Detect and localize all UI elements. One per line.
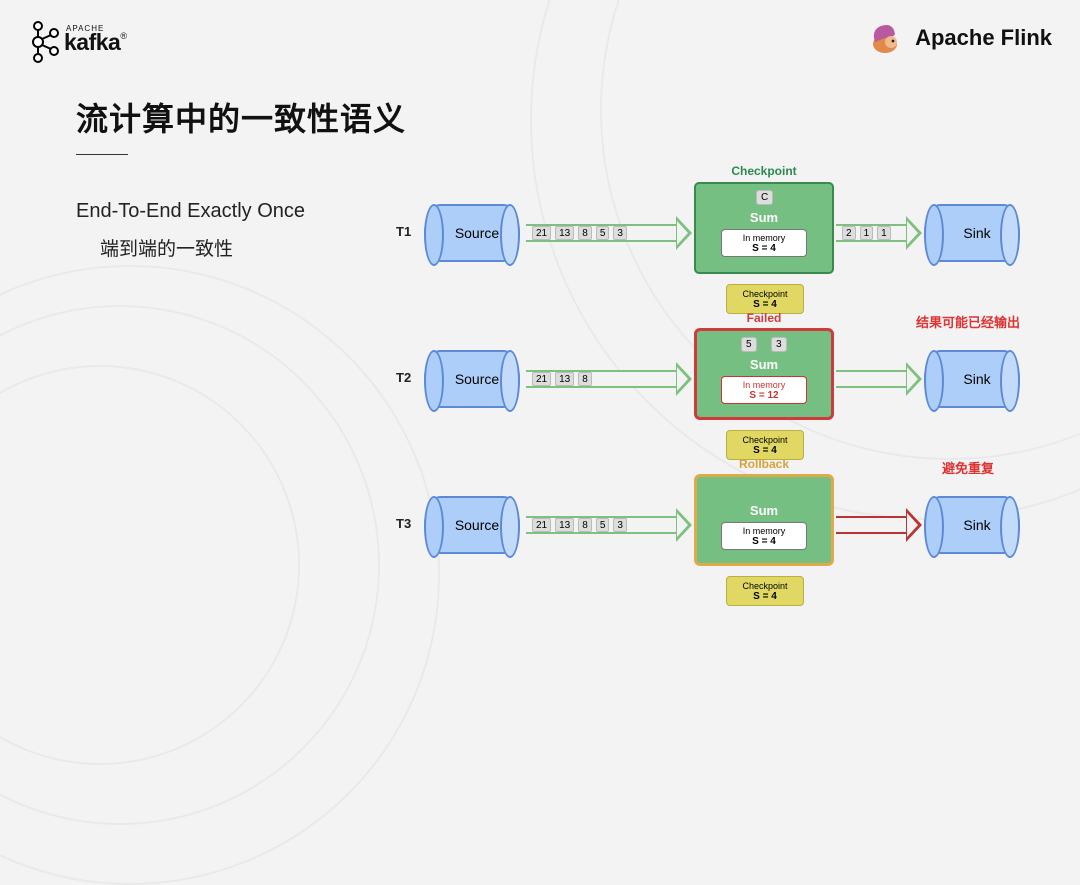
t2-chip-1: 5 bbox=[741, 337, 757, 352]
t3-header: Rollback bbox=[697, 457, 831, 471]
t2-mem: In memory S = 12 bbox=[721, 376, 807, 404]
t1-mem: In memory S = 4 bbox=[721, 229, 807, 257]
t2-header: Failed bbox=[697, 311, 831, 325]
subtitle-cn: 端到端的一致性 bbox=[100, 234, 233, 261]
t3-mem: In memory S = 4 bbox=[721, 522, 807, 550]
flink-logo: Apache Flink bbox=[869, 20, 1052, 56]
t2-arrow-out bbox=[836, 362, 922, 396]
t1-chip: C bbox=[756, 190, 773, 205]
t1-sum-label: Sum bbox=[696, 210, 832, 225]
t1-checkpoint: Checkpoint S = 4 bbox=[726, 284, 804, 314]
row-t3: T3 Source 21 13 8 5 3 Rollback Sum In me… bbox=[396, 460, 1056, 606]
t1-arrow-out: 2 1 1 bbox=[836, 216, 922, 250]
kafka-logo: APACHE kafka ® bbox=[28, 20, 127, 64]
t3-sink: Sink bbox=[924, 496, 1020, 554]
t1-label: T1 bbox=[396, 224, 411, 239]
page-title: 流计算中的一致性语义 bbox=[76, 94, 406, 140]
t3-arrow-in: 21 13 8 5 3 bbox=[526, 508, 692, 542]
diagram: T1 Source 21 13 8 5 3 Checkpoint C Sum I… bbox=[396, 168, 1056, 606]
subtitle-en: End-To-End Exactly Once bbox=[76, 200, 305, 223]
t3-source: Source bbox=[424, 496, 520, 554]
flink-text: Apache Flink bbox=[915, 25, 1052, 51]
t3-label: T3 bbox=[396, 516, 411, 531]
kafka-apache-label: APACHE bbox=[66, 24, 104, 33]
squirrel-icon bbox=[869, 20, 905, 56]
t2-sum-label: Sum bbox=[697, 357, 831, 372]
t1-header: Checkpoint bbox=[696, 164, 832, 178]
t2-arrow-in: 21 13 8 bbox=[526, 362, 692, 396]
kafka-tm: ® bbox=[120, 31, 127, 41]
t3-arrow-out bbox=[836, 508, 922, 542]
t1-operator: Checkpoint C Sum In memory S = 4 bbox=[694, 182, 834, 274]
t3-operator-rollback: Rollback Sum In memory S = 4 bbox=[694, 474, 834, 566]
row-t2: T2 Source 21 13 8 Failed 5 3 Sum In memo… bbox=[396, 314, 1056, 460]
t2-operator-failed: Failed 5 3 Sum In memory S = 12 bbox=[694, 328, 834, 420]
t2-chip-2: 3 bbox=[771, 337, 787, 352]
t2-checkpoint: Checkpoint S = 4 bbox=[726, 430, 804, 460]
t1-source: Source bbox=[424, 204, 520, 262]
t2-source: Source bbox=[424, 350, 520, 408]
t1-arrow-in: 21 13 8 5 3 bbox=[526, 216, 692, 250]
t2-sink: Sink bbox=[924, 350, 1020, 408]
t3-sum-label: Sum bbox=[697, 503, 831, 518]
t1-in-nums: 21 13 8 5 3 bbox=[532, 226, 674, 240]
t2-label: T2 bbox=[396, 370, 411, 385]
title-rule bbox=[76, 154, 128, 155]
t3-note: 避免重复 bbox=[942, 458, 994, 477]
t3-checkpoint: Checkpoint S = 4 bbox=[726, 576, 804, 606]
row-t1: T1 Source 21 13 8 5 3 Checkpoint C Sum I… bbox=[396, 168, 1056, 314]
t1-sink: Sink bbox=[924, 204, 1020, 262]
t2-note: 结果可能已经输出 bbox=[916, 312, 1020, 331]
